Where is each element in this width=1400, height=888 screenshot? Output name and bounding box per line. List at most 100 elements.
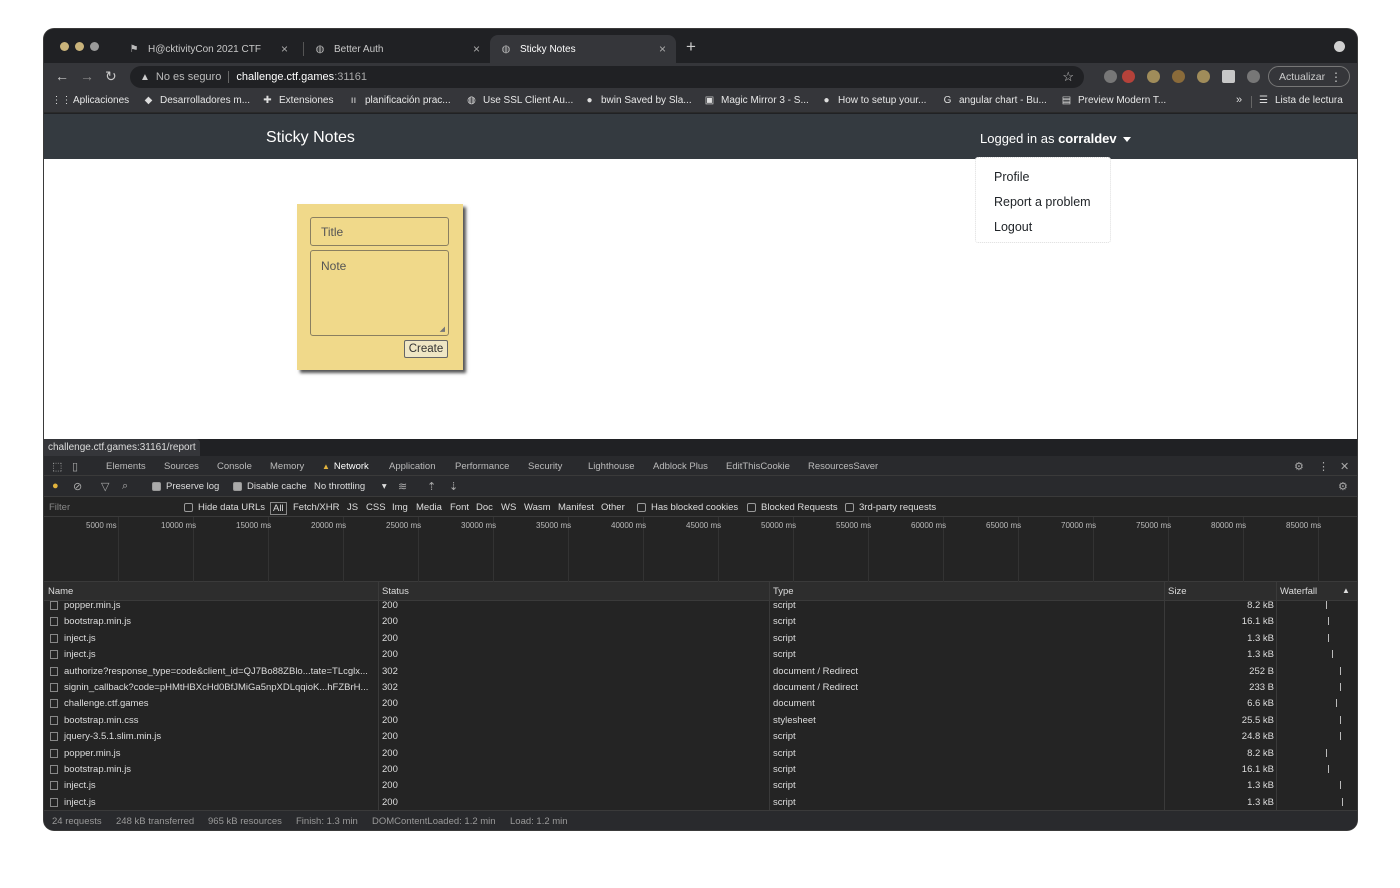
- bookmark-item[interactable]: ıı planificación prac...: [348, 95, 451, 106]
- network-settings-gear-icon[interactable]: ⚙: [1338, 480, 1348, 493]
- bookmark-apps[interactable]: ⋮⋮ Aplicaciones: [52, 95, 130, 106]
- network-conditions-icon[interactable]: ≋: [398, 480, 407, 493]
- close-window-button[interactable]: [60, 42, 69, 51]
- column-header-status[interactable]: Status: [382, 586, 409, 597]
- third-party-checkbox[interactable]: 3rd-party requests: [845, 502, 936, 513]
- devtools-tab-resourcessaver[interactable]: ResourcesSaver: [808, 461, 878, 472]
- column-header-size[interactable]: Size: [1168, 586, 1186, 597]
- import-har-icon[interactable]: ⇡: [427, 480, 436, 493]
- preserve-log-checkbox[interactable]: Preserve log: [152, 481, 219, 492]
- filter-type-manifest[interactable]: Manifest: [558, 502, 594, 513]
- devtools-tab-memory[interactable]: Memory: [270, 461, 304, 472]
- table-row[interactable]: jquery-3.5.1.slim.min.js 200 script 24.8 kB: [44, 728, 1357, 744]
- filter-type-font[interactable]: Font: [450, 502, 469, 513]
- create-button[interactable]: Create: [404, 340, 448, 358]
- throttling-select[interactable]: No throttling ▾: [314, 481, 387, 492]
- filter-type-img[interactable]: Img: [392, 502, 408, 513]
- table-row[interactable]: authorize?response_type=code&client_id=Q…: [44, 663, 1357, 679]
- search-icon[interactable]: ⌕: [122, 480, 128, 493]
- cookie-icon[interactable]: [1147, 70, 1160, 83]
- table-row[interactable]: challenge.ctf.games 200 document 6.6 kB: [44, 695, 1357, 711]
- reading-list[interactable]: ☰ Lista de lectura: [1258, 95, 1343, 106]
- record-icon[interactable]: ●: [52, 480, 59, 492]
- menu-item-logout[interactable]: Logout: [994, 220, 1032, 234]
- bookmark-item[interactable]: Gangular chart - Bu...: [942, 95, 1047, 106]
- has-blocked-cookies-checkbox[interactable]: Has blocked cookies: [637, 502, 738, 513]
- filter-funnel-icon[interactable]: ▽: [101, 480, 109, 493]
- bookmark-item[interactable]: ◍ Use SSL Client Au...: [466, 95, 573, 106]
- devtools-tab-performance[interactable]: Performance: [455, 461, 509, 472]
- devtools-tab-lighthouse[interactable]: Lighthouse: [588, 461, 634, 472]
- settings-gear-icon[interactable]: ⚙: [1294, 460, 1304, 473]
- disable-cache-checkbox[interactable]: Disable cache: [233, 481, 307, 492]
- filter-all-button[interactable]: All: [270, 502, 287, 515]
- filter-type-css[interactable]: CSS: [366, 502, 386, 513]
- hide-data-urls-checkbox[interactable]: Hide data URLs: [184, 502, 265, 513]
- user-dropdown-toggle[interactable]: Logged in as corraldev: [980, 131, 1131, 146]
- bookmark-extensions[interactable]: ✚ Extensiones: [262, 95, 333, 106]
- close-tab-icon[interactable]: ×: [473, 42, 480, 56]
- filter-type-other[interactable]: Other: [601, 502, 625, 513]
- close-tab-icon[interactable]: ×: [281, 42, 288, 56]
- note-title-input[interactable]: Title: [310, 217, 449, 246]
- export-har-icon[interactable]: ⇣: [449, 480, 458, 493]
- devtools-tab-adblock[interactable]: Adblock Plus: [653, 461, 708, 472]
- cookie-icon[interactable]: [1197, 70, 1210, 83]
- table-row[interactable]: popper.min.js 200 script 8.2 kB: [44, 745, 1357, 761]
- back-arrow-icon[interactable]: ←: [55, 68, 69, 84]
- column-header-type[interactable]: Type: [773, 586, 794, 597]
- filter-type-js[interactable]: JS: [347, 502, 358, 513]
- filter-type-doc[interactable]: Doc: [476, 502, 493, 513]
- minimize-window-button[interactable]: [75, 42, 84, 51]
- table-row[interactable]: bootstrap.min.js 200 script 16.1 kB: [44, 613, 1357, 629]
- close-devtools-icon[interactable]: ✕: [1340, 460, 1349, 473]
- bookmark-item[interactable]: ● How to setup your...: [821, 95, 926, 106]
- maximize-window-button[interactable]: [90, 42, 99, 51]
- table-row[interactable]: inject.js 200 script 1.3 kB: [44, 646, 1357, 662]
- blocked-requests-checkbox[interactable]: Blocked Requests: [747, 502, 838, 513]
- devtools-tab-network[interactable]: Network: [322, 461, 369, 472]
- more-vertical-icon[interactable]: ⋮: [1318, 460, 1329, 473]
- column-header-waterfall[interactable]: Waterfall: [1280, 586, 1317, 597]
- clear-icon[interactable]: ⊘: [73, 480, 82, 493]
- puzzle-icon[interactable]: [1222, 70, 1235, 83]
- devtools-tab-security[interactable]: Security: [528, 461, 562, 472]
- tab-search-icon[interactable]: [1334, 41, 1345, 52]
- new-tab-button[interactable]: +: [686, 37, 696, 57]
- menu-item-profile[interactable]: Profile: [994, 170, 1029, 184]
- bookmark-star-icon[interactable]: ☆: [1062, 69, 1074, 85]
- table-row[interactable]: inject.js 200 script 1.3 kB: [44, 777, 1357, 793]
- avatar[interactable]: [1247, 70, 1260, 83]
- bookmark-item[interactable]: ● bwin Saved by Sla...: [584, 95, 691, 106]
- tab-sticky-notes[interactable]: ◍ Sticky Notes ×: [490, 35, 676, 63]
- close-tab-icon[interactable]: ×: [659, 42, 666, 56]
- update-button[interactable]: Actualizar ⋮: [1268, 66, 1350, 87]
- column-header-name[interactable]: Name: [48, 586, 73, 597]
- devtools-tab-editthiscookie[interactable]: EditThisCookie: [726, 461, 790, 472]
- resize-handle-icon[interactable]: ◢: [440, 325, 445, 333]
- devtools-tab-console[interactable]: Console: [217, 461, 252, 472]
- table-row[interactable]: signin_callback?code=pHMtHBXcHd0BfJMiGa5…: [44, 679, 1357, 695]
- filter-type-wasm[interactable]: Wasm: [524, 502, 551, 513]
- filter-type-media[interactable]: Media: [416, 502, 442, 513]
- sort-ascending-icon[interactable]: ▲: [1342, 586, 1350, 595]
- more-bookmarks-icon[interactable]: »: [1236, 94, 1242, 106]
- adblock-icon[interactable]: [1122, 70, 1135, 83]
- note-body-textarea[interactable]: Note ◢: [310, 250, 449, 336]
- menu-item-report-problem[interactable]: Report a problem: [994, 195, 1091, 209]
- inspect-element-icon[interactable]: ⬚: [52, 460, 62, 473]
- bookmark-item[interactable]: ◆ Desarrolladores m...: [143, 95, 250, 106]
- table-row[interactable]: bootstrap.min.css 200 stylesheet 25.5 kB: [44, 712, 1357, 728]
- bookmark-item[interactable]: ▣ Magic Mirror 3 - S...: [704, 95, 809, 106]
- filter-input[interactable]: Filter: [49, 502, 70, 513]
- tab-hacktivitycon[interactable]: ⚑ H@cktivityCon 2021 CTF ×: [118, 35, 298, 63]
- table-row[interactable]: popper.min.js 200 script 8.2 kB: [44, 597, 1357, 613]
- forward-arrow-icon[interactable]: →: [80, 68, 94, 84]
- reload-icon[interactable]: ↻: [105, 68, 117, 85]
- app-brand[interactable]: Sticky Notes: [266, 129, 355, 147]
- network-timeline-overview[interactable]: 5000 ms 10000 ms 15000 ms 20000 ms 25000 ms 3…: [44, 517, 1357, 582]
- tab-better-auth[interactable]: ◍ Better Auth ×: [304, 35, 490, 63]
- extension-icon[interactable]: [1172, 70, 1185, 83]
- extension-icon[interactable]: [1104, 70, 1117, 83]
- table-row[interactable]: bootstrap.min.js 200 script 16.1 kB: [44, 761, 1357, 777]
